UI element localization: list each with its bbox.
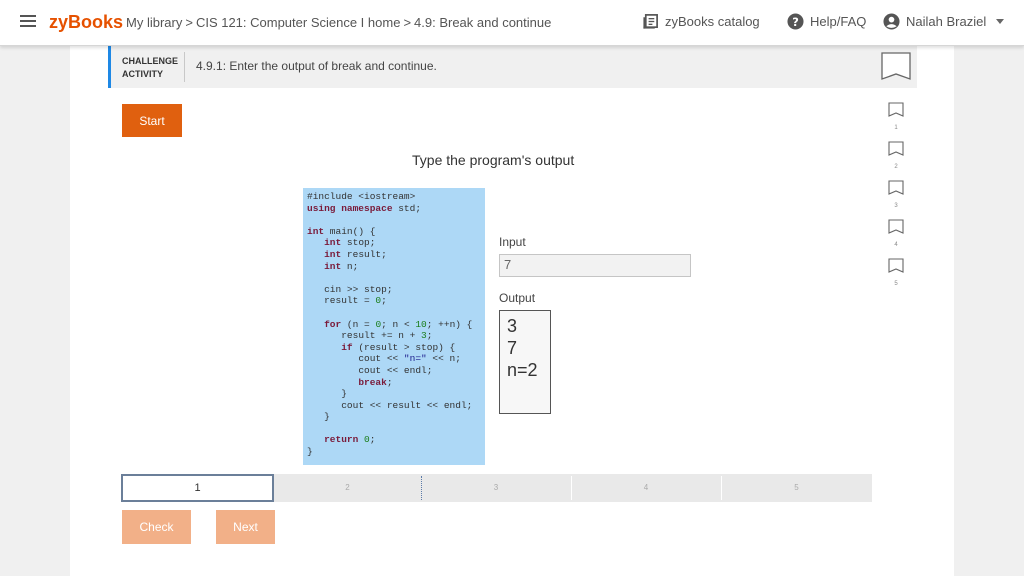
code-str: "n="	[403, 353, 427, 365]
level-bookmark-icon	[888, 258, 904, 273]
code-text: n;	[341, 260, 359, 272]
output-label: Output	[499, 291, 536, 305]
code-text: (result > stop) {	[352, 341, 456, 353]
progress-segment-1[interactable]: 1	[121, 474, 274, 502]
code-kw: return	[324, 434, 359, 446]
user-menu[interactable]: Nailah Braziel	[883, 13, 1005, 30]
activity-title: 4.9.1: Enter the output of break and con…	[196, 59, 437, 73]
catalog-label: zyBooks catalog	[665, 14, 760, 29]
level-bookmark-icon	[888, 180, 904, 195]
breadcrumb-section: 4.9: Break and continue	[414, 15, 552, 30]
code-text: (n =	[341, 318, 376, 330]
progress-segment-2: 2	[345, 483, 350, 492]
code-text: }	[307, 446, 313, 458]
progress-segment-3: 3	[493, 483, 499, 492]
level-bookmark-icon	[888, 102, 904, 117]
level-bookmark-icon	[888, 141, 904, 156]
output-line: n=2	[507, 360, 538, 380]
code-text: cout << result << endl;	[341, 399, 473, 411]
zybooks-catalog-link[interactable]: zyBooks catalog	[642, 13, 760, 30]
code-kw: int	[324, 248, 342, 260]
output-line: 7	[507, 338, 518, 358]
level-marker-3[interactable]: 3	[886, 180, 906, 210]
code-kw: for	[324, 318, 342, 330]
chevron-down-icon	[996, 19, 1005, 24]
code-kw: int	[324, 237, 342, 249]
program-output-field[interactable]: 3 7 n=2	[499, 310, 551, 414]
breadcrumb-my-library[interactable]: My library	[126, 15, 182, 30]
breadcrumb-separator: >	[185, 15, 193, 30]
catalog-book-icon	[643, 14, 658, 29]
level-progress-bar: 1 2 3 4 5	[121, 474, 872, 502]
svg-text:?: ?	[792, 15, 799, 29]
code-include: #include <iostream>	[307, 191, 416, 202]
output-line: 3	[507, 316, 518, 336]
level-marker-1[interactable]: 1	[886, 102, 906, 132]
help-faq-link[interactable]: ? Help/FAQ	[787, 13, 866, 30]
next-button[interactable]: Next	[216, 510, 275, 544]
code-text: result += n +	[341, 330, 422, 342]
code-text: ;	[426, 330, 433, 342]
level-number: 4	[894, 242, 898, 248]
code-text: cout <<	[358, 353, 404, 365]
code-text: std;	[392, 202, 422, 214]
code-text: ;	[386, 376, 393, 388]
input-label: Input	[499, 235, 526, 249]
code-text: ; ++n) {	[426, 318, 473, 330]
user-name: Nailah Braziel	[906, 14, 987, 29]
level-marker-5[interactable]: 5	[886, 258, 906, 288]
code-text: main() {	[324, 225, 376, 237]
code-text: ;	[369, 434, 376, 446]
code-text: ;	[381, 295, 387, 307]
activity-prompt: Type the program's output	[412, 152, 575, 168]
help-icon: ?	[787, 13, 804, 30]
progress-segment-4: 4	[643, 483, 649, 492]
code-kw: using namespace	[307, 202, 393, 214]
challenge-activity-header: CHALLENGE ACTIVITY 4.9.1: Enter the outp…	[108, 46, 917, 88]
level-marker-4[interactable]: 4	[886, 219, 906, 249]
level-number: 5	[894, 281, 898, 287]
header-divider	[184, 52, 185, 82]
progress-segment-5: 5	[794, 483, 799, 492]
code-kw: if	[341, 341, 353, 353]
code-kw: int	[307, 225, 325, 237]
account-icon	[883, 13, 900, 30]
help-label: Help/FAQ	[810, 14, 867, 29]
level-number: 3	[894, 203, 898, 209]
code-text: }	[324, 411, 330, 423]
breadcrumb-separator: >	[403, 15, 412, 30]
start-button[interactable]: Start	[122, 104, 182, 137]
code-kw: int	[324, 260, 342, 272]
code-text: << n;	[426, 353, 461, 365]
breadcrumb-course-home[interactable]: CIS 121: Computer Science I home	[196, 15, 401, 30]
code-block: #include <iostream> using namespace std;…	[303, 188, 485, 465]
menu-icon[interactable]	[20, 15, 36, 29]
label-line-2: ACTIVITY	[122, 69, 164, 79]
code-text: cin >> stop;	[324, 283, 393, 295]
activity-completion-icon	[881, 52, 911, 80]
breadcrumb: My library > CIS 121: Computer Science I h…	[126, 15, 551, 30]
program-input-field: 7	[499, 254, 691, 277]
label-line-1: CHALLENGE	[122, 56, 178, 66]
code-text: ; n <	[381, 318, 416, 330]
level-number: 1	[894, 125, 898, 131]
code-num: 10	[415, 318, 427, 330]
code-text: result =	[324, 295, 376, 307]
zybooks-logo[interactable]: zyBooks	[49, 12, 123, 33]
code-text: cout << endl;	[358, 364, 433, 376]
code-text: }	[341, 388, 347, 400]
level-bookmark-icon	[888, 219, 904, 234]
code-kw: break	[358, 376, 387, 388]
code-text: stop;	[341, 237, 376, 249]
challenge-activity-label: CHALLENGE ACTIVITY	[122, 55, 178, 81]
code-text: result;	[341, 248, 387, 260]
top-bar: zyBooks My library > CIS 121: Computer Sci…	[0, 0, 1024, 46]
level-number: 2	[894, 164, 898, 170]
level-marker-2[interactable]: 2	[886, 141, 906, 171]
check-button[interactable]: Check	[122, 510, 191, 544]
